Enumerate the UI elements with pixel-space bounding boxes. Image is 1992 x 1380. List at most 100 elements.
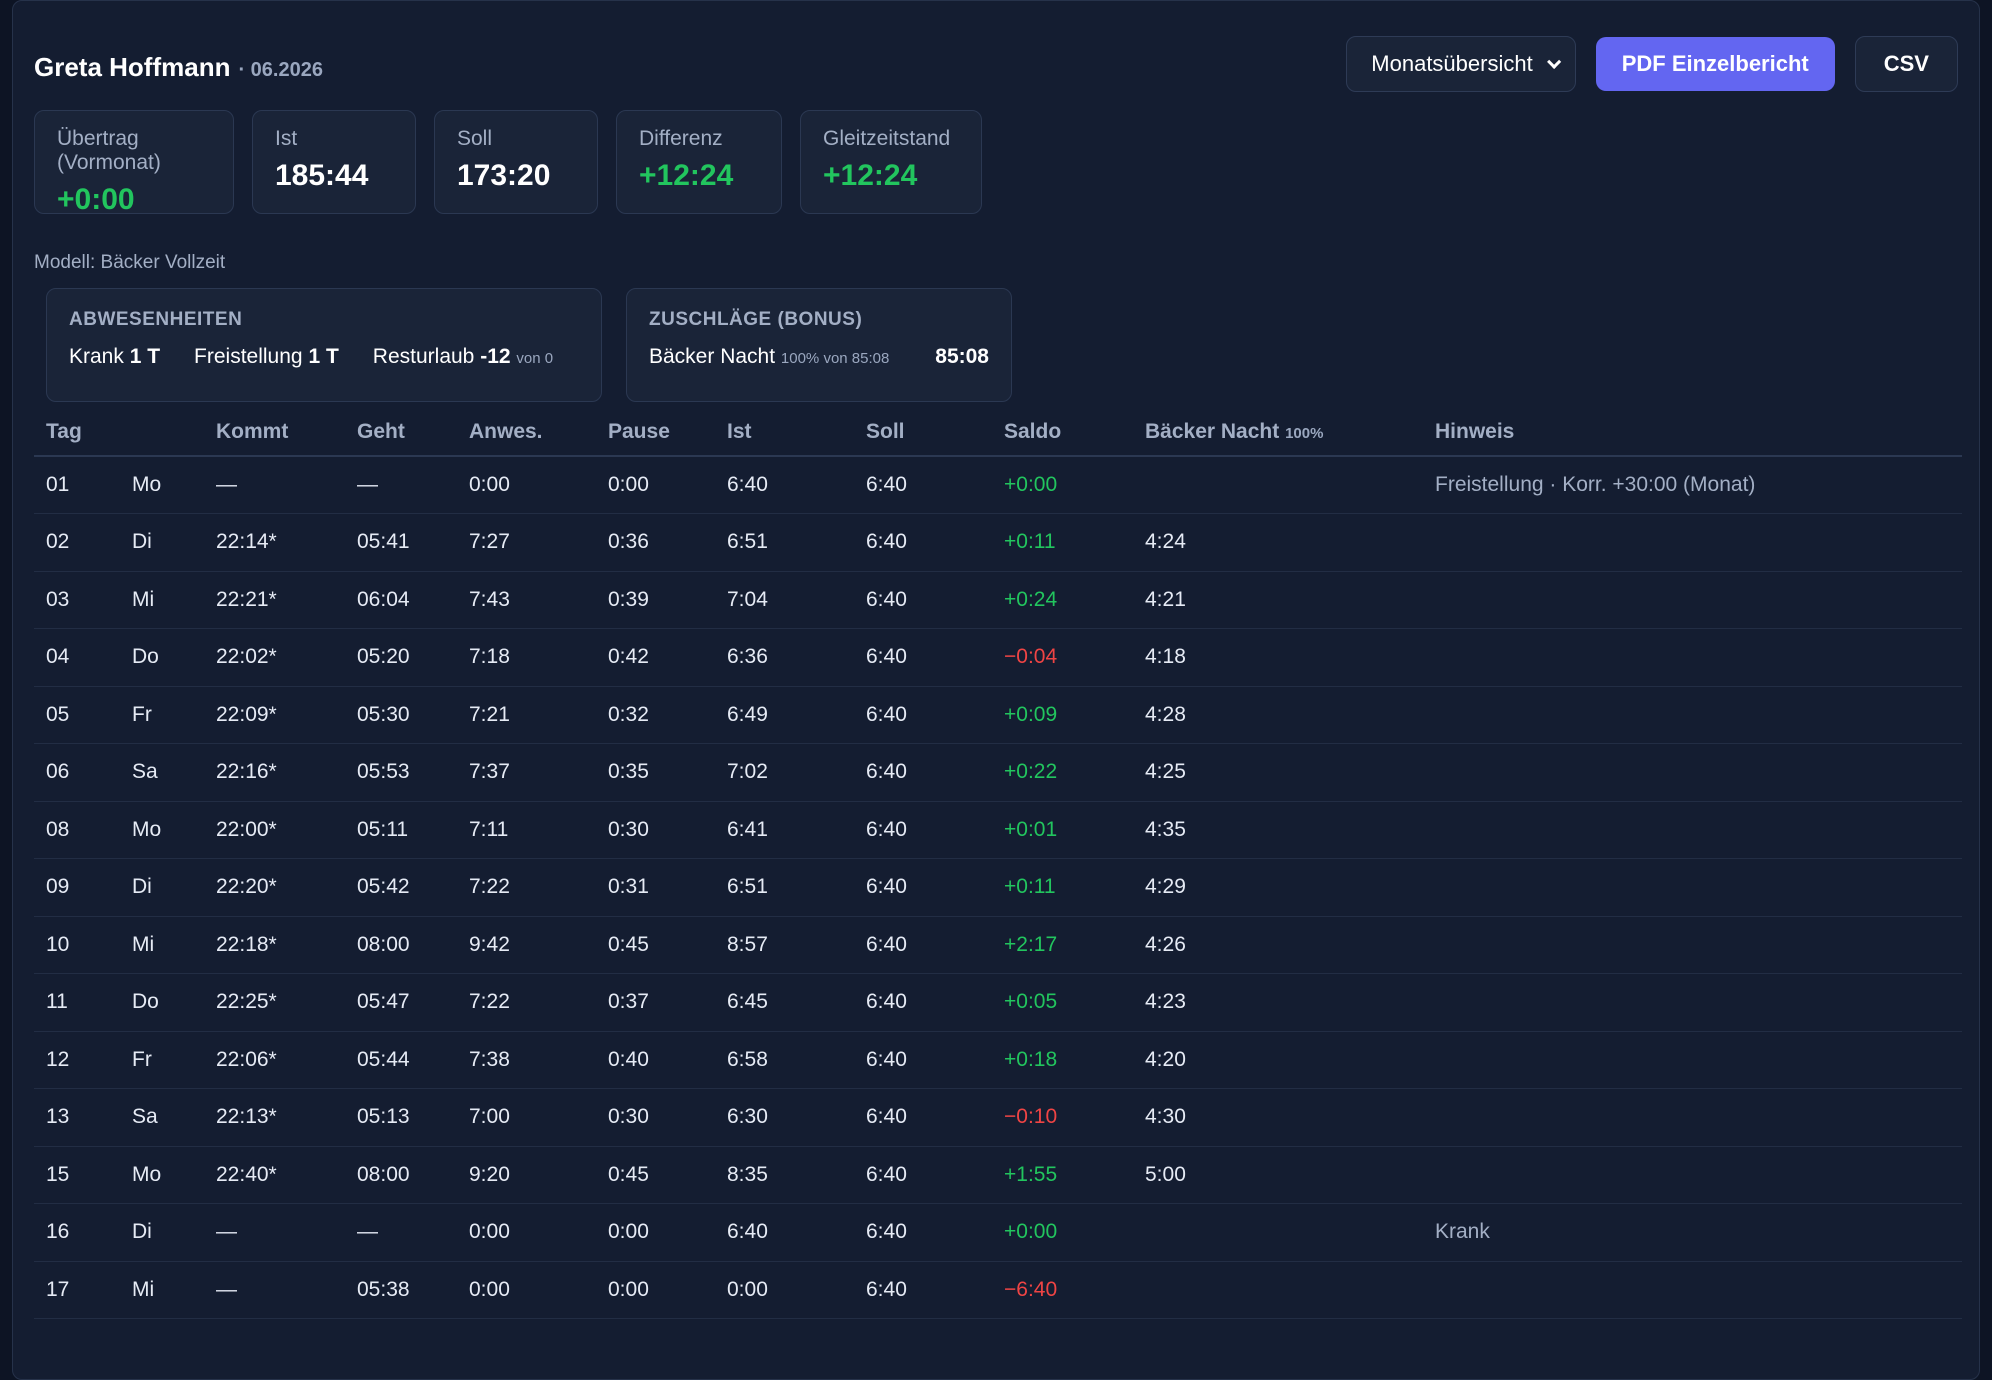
cell-actual: 6:40 bbox=[715, 456, 854, 514]
csv-export-button[interactable]: CSV bbox=[1854, 36, 1958, 92]
cell-out: 05:13 bbox=[345, 1088, 457, 1147]
table-row[interactable]: 13 Sa 22:13* 05:13 7:00 0:30 6:30 6:40 −0:10 4:30 bbox=[34, 1088, 1962, 1147]
cell-balance: +0:05 bbox=[992, 973, 1133, 1032]
cell-out: — bbox=[345, 1203, 457, 1262]
cell-note bbox=[1423, 1088, 1962, 1147]
cell-day: 11 bbox=[34, 973, 120, 1032]
table-row[interactable]: 11 Do 22:25* 05:47 7:22 0:37 6:45 6:40 +0:05 4:23 bbox=[34, 973, 1962, 1032]
cell-out: 05:41 bbox=[345, 513, 457, 572]
cell-actual: 6:30 bbox=[715, 1088, 854, 1147]
cell-note bbox=[1423, 801, 1962, 859]
cell-break: 0:35 bbox=[596, 743, 715, 802]
cell-break: 0:40 bbox=[596, 1031, 715, 1089]
cell-break: 0:39 bbox=[596, 571, 715, 629]
cell-actual: 7:04 bbox=[715, 571, 854, 629]
report-header: Greta Hoffmann · 06.2026 bbox=[34, 52, 323, 83]
stat-label: Soll bbox=[457, 127, 493, 150]
pdf-report-button[interactable]: PDF Einzelbericht bbox=[1595, 37, 1835, 91]
cell-in: — bbox=[204, 1203, 345, 1262]
table-row[interactable]: 16 Di — —0:00 0:00 6:40 6:40 +0:00 Krank bbox=[34, 1203, 1962, 1262]
table-row[interactable]: 01 Mo — —0:00 0:00 6:40 6:40 +0:00 Freistellung … bbox=[34, 456, 1962, 514]
cell-actual: 6:36 bbox=[715, 628, 854, 687]
col-header-break: Pause bbox=[596, 408, 715, 457]
cell-weekday: Do bbox=[120, 973, 204, 1032]
stat-value: +12:24 bbox=[823, 159, 918, 192]
cell-bonus: 4:35 bbox=[1133, 801, 1423, 859]
cell-out: 08:00 bbox=[345, 1146, 457, 1204]
cell-in: 22:06* bbox=[204, 1031, 345, 1089]
cell-presence: 7:38 bbox=[457, 1031, 596, 1089]
cell-break: 0:00 bbox=[596, 456, 715, 514]
cell-target: 6:40 bbox=[854, 456, 992, 514]
cell-presence: 7:37 bbox=[457, 743, 596, 802]
cell-bonus: 4:20 bbox=[1133, 1031, 1423, 1089]
cell-out: 05:47 bbox=[345, 973, 457, 1032]
cell-day: 06 bbox=[34, 743, 120, 802]
table-row[interactable]: 10 Mi 22:18* 08:00 9:42 0:45 8:57 6:40 +2:17 4:26 bbox=[34, 916, 1962, 974]
cell-presence: 7:11 bbox=[457, 801, 596, 859]
cell-note bbox=[1423, 1031, 1962, 1089]
cell-note bbox=[1423, 513, 1962, 572]
col-header-out: Geht bbox=[345, 408, 457, 457]
table-row[interactable]: 05 Fr 22:09* 05:30 7:21 0:32 6:49 6:40 +0:09 4:28 bbox=[34, 686, 1962, 744]
absences-row: Krank 1 T Freistellung 1 T Resturlaub -1… bbox=[69, 345, 579, 369]
stat-card-target: Soll 173:20 bbox=[434, 110, 598, 214]
cell-target: 6:40 bbox=[854, 1031, 992, 1089]
absences-title: ABWESENHEITEN bbox=[69, 309, 243, 330]
cell-balance: −0:04 bbox=[992, 628, 1133, 687]
cell-balance: +0:11 bbox=[992, 513, 1133, 572]
cell-bonus bbox=[1133, 1203, 1423, 1262]
cell-actual: 6:40 bbox=[715, 1203, 854, 1262]
cell-in: 22:25* bbox=[204, 973, 345, 1032]
cell-actual: 6:41 bbox=[715, 801, 854, 859]
stat-card-difference: Differenz +12:24 bbox=[616, 110, 782, 214]
cell-break: 0:00 bbox=[596, 1261, 715, 1319]
table-row[interactable]: 15 Mo 22:40* 08:00 9:20 0:45 8:35 6:40 +1:55 5:00 bbox=[34, 1146, 1962, 1204]
cell-in: — bbox=[204, 1261, 345, 1319]
cell-target: 6:40 bbox=[854, 1088, 992, 1147]
cell-day: 08 bbox=[34, 801, 120, 859]
table-row[interactable]: 09 Di 22:20* 05:42 7:22 0:31 6:51 6:40 +0:11 4:29 bbox=[34, 858, 1962, 917]
cell-presence: 7:27 bbox=[457, 513, 596, 572]
cell-in: 22:09* bbox=[204, 686, 345, 744]
table-row[interactable]: 12 Fr 22:06* 05:44 7:38 0:40 6:58 6:40 +0:18 4:20 bbox=[34, 1031, 1962, 1089]
view-select[interactable]: Monatsübersicht bbox=[1346, 36, 1576, 92]
cell-bonus: 4:18 bbox=[1133, 628, 1423, 687]
cell-target: 6:40 bbox=[854, 743, 992, 802]
employee-name: Greta Hoffmann bbox=[34, 52, 231, 82]
cell-balance: +0:00 bbox=[992, 1203, 1133, 1262]
table-row[interactable]: 06 Sa 22:16* 05:53 7:37 0:35 7:02 6:40 +0:22 4:25 bbox=[34, 743, 1962, 802]
cell-out: 05:11 bbox=[345, 801, 457, 859]
table-row[interactable]: 04 Do 22:02* 05:20 7:18 0:42 6:36 6:40 −0:04 4:18 bbox=[34, 628, 1962, 687]
table-row[interactable]: 03 Mi 22:21* 06:04 7:43 0:39 7:04 6:40 +0:24 4:21 bbox=[34, 571, 1962, 629]
cell-break: 0:37 bbox=[596, 973, 715, 1032]
stat-label: Differenz bbox=[639, 127, 723, 150]
col-header-actual: Ist bbox=[715, 408, 854, 457]
cell-balance: −6:40 bbox=[992, 1261, 1133, 1319]
table-row[interactable]: 02 Di 22:14* 05:41 7:27 0:36 6:51 6:40 +0:11 4:24 bbox=[34, 513, 1962, 572]
col-header-bonus: Bäcker Nacht 100% bbox=[1133, 408, 1423, 457]
cell-note bbox=[1423, 743, 1962, 802]
cell-balance: +0:00 bbox=[992, 456, 1133, 514]
view-select-value: Monatsübersicht bbox=[1371, 51, 1533, 76]
cell-break: 0:31 bbox=[596, 858, 715, 917]
cell-bonus: 4:21 bbox=[1133, 571, 1423, 629]
cell-note bbox=[1423, 1261, 1962, 1319]
cell-weekday: Mo bbox=[120, 456, 204, 514]
cell-actual: 6:51 bbox=[715, 858, 854, 917]
cell-break: 0:32 bbox=[596, 686, 715, 744]
table-row[interactable]: 08 Mo 22:00* 05:11 7:11 0:30 6:41 6:40 +0:01 4:35 bbox=[34, 801, 1962, 859]
cell-actual: 8:57 bbox=[715, 916, 854, 974]
cell-in: 22:14* bbox=[204, 513, 345, 572]
cell-weekday: Mo bbox=[120, 801, 204, 859]
cell-in: 22:02* bbox=[204, 628, 345, 687]
time-table: Tag Kommt Geht Anwes. Pause Ist Soll Sal… bbox=[34, 408, 1962, 1319]
cell-in: 22:16* bbox=[204, 743, 345, 802]
cell-weekday: Di bbox=[120, 858, 204, 917]
cell-weekday: Mo bbox=[120, 1146, 204, 1204]
absence-release: Freistellung 1 T bbox=[194, 345, 339, 368]
cell-break: 0:00 bbox=[596, 1203, 715, 1262]
cell-balance: +0:24 bbox=[992, 571, 1133, 629]
table-row[interactable]: 17 Mi —05:38 0:00 0:00 0:00 6:40 −6:40 bbox=[34, 1261, 1962, 1319]
cell-bonus: 4:25 bbox=[1133, 743, 1423, 802]
